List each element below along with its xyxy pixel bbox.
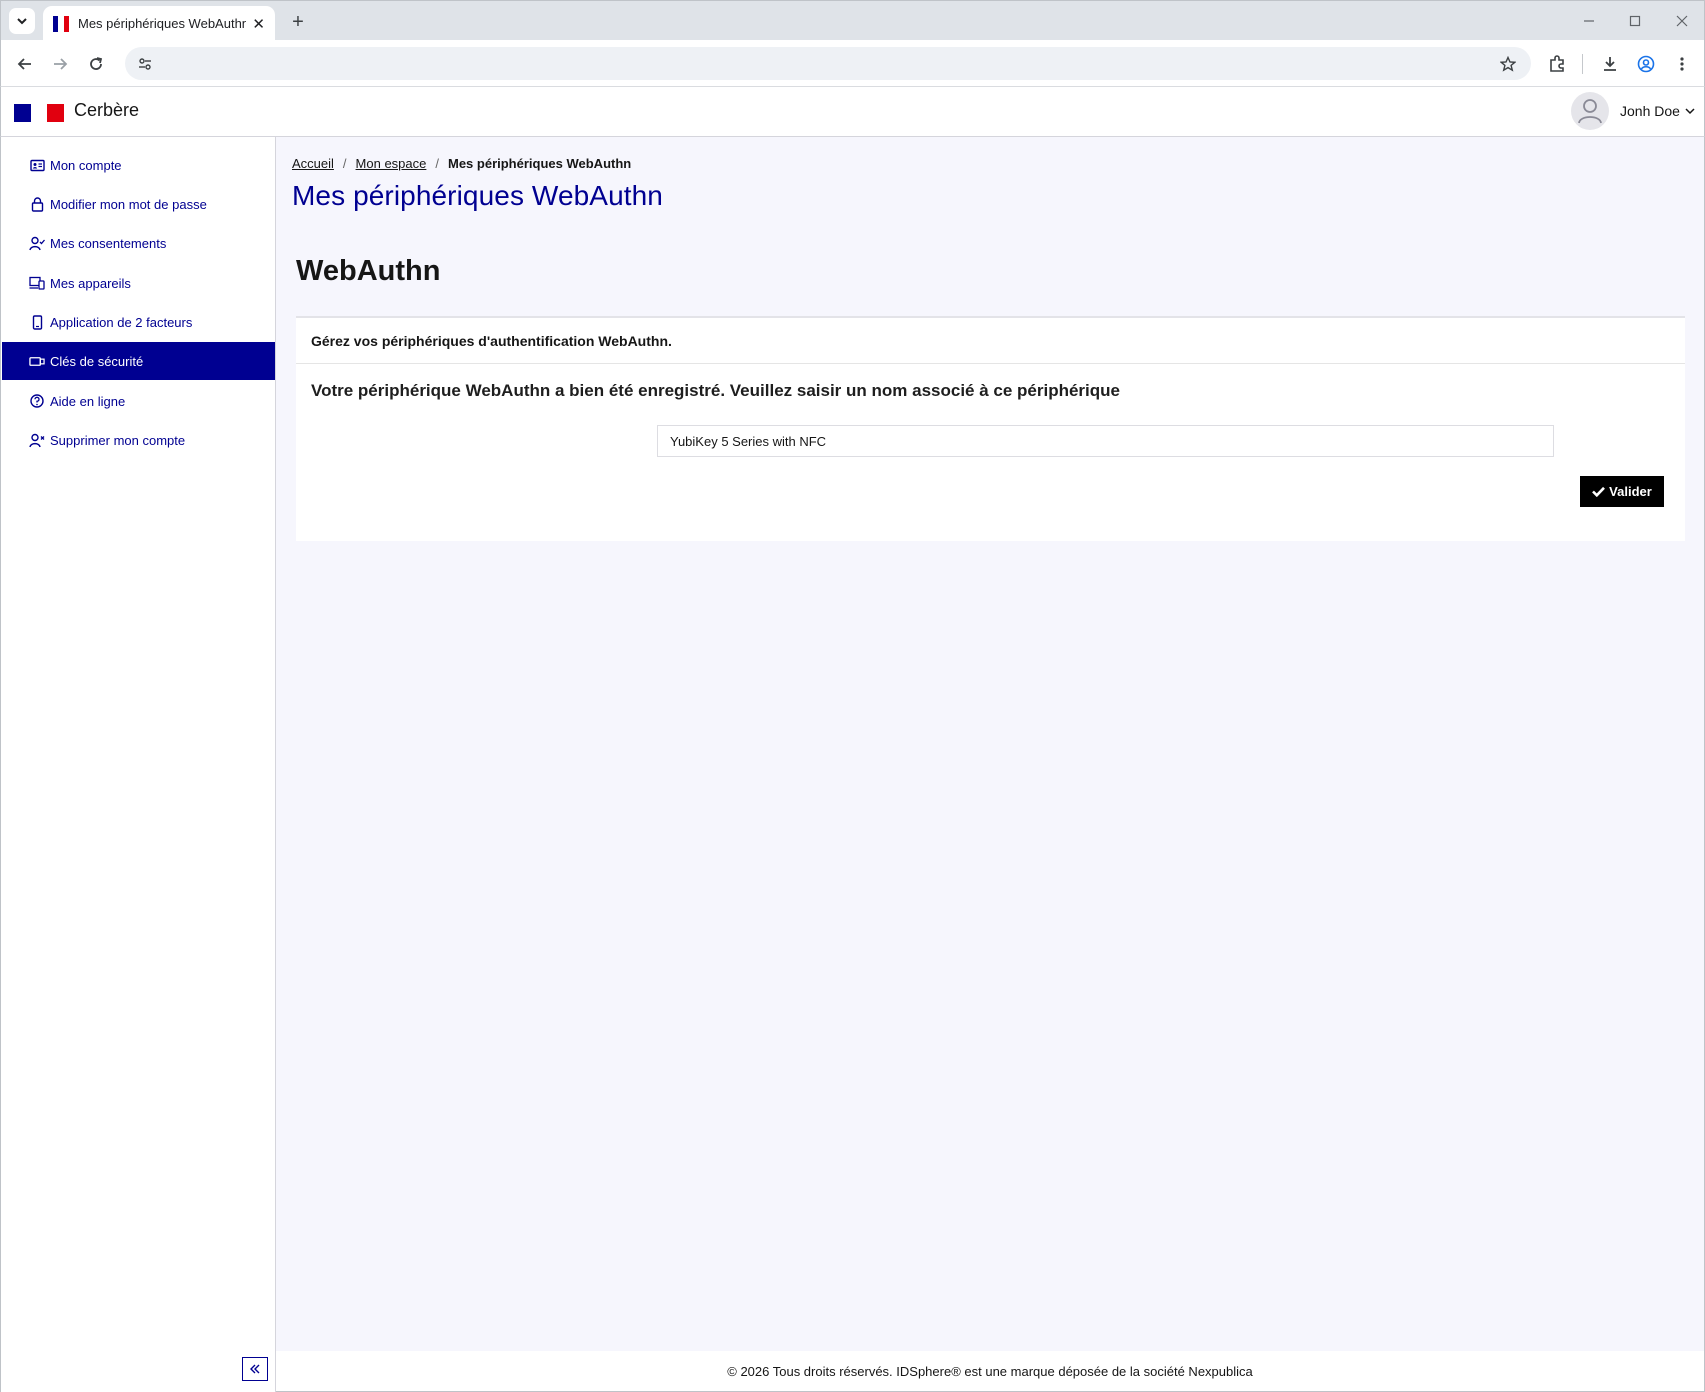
sidebar-item-label: Clés de sécurité: [50, 353, 144, 369]
breadcrumb-separator: /: [435, 156, 439, 171]
minimize-icon[interactable]: [1577, 10, 1601, 32]
security-key-icon: [29, 353, 45, 369]
new-tab-button[interactable]: +: [285, 9, 311, 35]
collapse-sidebar-button[interactable]: [242, 1357, 268, 1381]
app-header: Cerbère Jonh Doe: [0, 87, 1705, 137]
forward-icon[interactable]: [47, 51, 73, 77]
user-menu[interactable]: Jonh Doe: [1620, 103, 1696, 119]
sidebar-item-supprimer-compte[interactable]: Supprimer mon compte: [2, 421, 275, 459]
page-title: Mes périphériques WebAuthn: [292, 180, 663, 211]
tab-title: Mes périphériques WebAuthn: [78, 16, 246, 31]
breadcrumb: Accueil / Mon espace / Mes périphériques…: [292, 156, 631, 171]
sidebar-item-label: Modifier mon mot de passe: [50, 196, 207, 212]
logo-flag-icon: [14, 104, 65, 122]
registration-success-message: Votre périphérique WebAuthn a bien été e…: [311, 381, 1120, 400]
check-icon: [1592, 486, 1606, 497]
chevron-down-icon: [17, 18, 27, 25]
sidebar: Mon compte Modifier mon mot de passe Mes…: [0, 137, 276, 1392]
webauthn-card: Gérez vos périphériques d'authentificati…: [296, 316, 1685, 541]
sidebar-item-consentements[interactable]: Mes consentements: [2, 224, 275, 262]
profile-icon[interactable]: [1633, 51, 1659, 77]
user-check-icon: [29, 235, 45, 251]
sidebar-item-label: Supprimer mon compte: [50, 432, 186, 448]
chevrons-left-icon: [250, 1364, 260, 1374]
user-icon: [1578, 99, 1602, 124]
toolbar-divider: [1582, 54, 1583, 74]
breadcrumb-link-accueil[interactable]: Accueil: [292, 156, 334, 171]
footer-copyright: © 2026 Tous droits réservés. IDSphere® e…: [727, 1363, 1253, 1379]
browser-tab-active[interactable]: Mes périphériques WebAuthn ✕: [43, 6, 275, 41]
address-bar[interactable]: [125, 47, 1531, 80]
browser-tab-bar: Mes périphériques WebAuthn ✕ +: [0, 0, 1705, 41]
sidebar-item-appareils[interactable]: Mes appareils: [2, 264, 275, 302]
id-card-icon: [29, 157, 45, 173]
tab-search-button[interactable]: [9, 8, 35, 34]
tab-close-icon[interactable]: ✕: [252, 15, 265, 33]
avatar[interactable]: [1571, 92, 1609, 130]
validate-button-label: Valider: [1609, 484, 1652, 499]
back-icon[interactable]: [12, 51, 38, 77]
sidebar-item-modifier-mot-de-passe[interactable]: Modifier mon mot de passe: [2, 185, 275, 223]
devices-icon: [29, 275, 45, 291]
window-close-icon[interactable]: [1670, 10, 1694, 32]
sidebar-item-aide-en-ligne[interactable]: Aide en ligne: [2, 382, 275, 420]
sidebar-item-label: Mes appareils: [50, 275, 131, 291]
extensions-icon[interactable]: [1544, 51, 1570, 77]
sidebar-item-label: Mon compte: [50, 157, 122, 173]
device-name-input[interactable]: [657, 425, 1554, 457]
user-name-label: Jonh Doe: [1620, 103, 1680, 119]
main-content: Accueil / Mon espace / Mes périphériques…: [276, 137, 1705, 1351]
user-remove-icon: [29, 432, 45, 448]
site-settings-icon[interactable]: [133, 52, 157, 76]
help-circle-icon: [29, 393, 45, 409]
browser-menu-icon[interactable]: [1669, 51, 1695, 77]
section-title: WebAuthn: [296, 255, 441, 287]
chevron-down-icon: [1685, 108, 1695, 115]
smartphone-icon: [29, 314, 45, 330]
sidebar-item-application-2-facteurs[interactable]: Application de 2 facteurs: [2, 303, 275, 341]
breadcrumb-separator: /: [342, 156, 347, 171]
sidebar-item-label: Mes consentements: [50, 235, 167, 251]
reload-icon[interactable]: [83, 51, 109, 77]
maximize-icon[interactable]: [1623, 10, 1647, 32]
sidebar-item-cles-de-securite[interactable]: Clés de sécurité: [2, 342, 275, 380]
sidebar-item-label: Aide en ligne: [50, 393, 126, 409]
bookmark-star-icon[interactable]: [1497, 53, 1519, 75]
sidebar-item-label: Application de 2 facteurs: [50, 314, 193, 330]
validate-button[interactable]: Valider: [1580, 476, 1664, 507]
breadcrumb-link-mon-espace[interactable]: Mon espace: [356, 156, 427, 171]
footer: © 2026 Tous droits réservés. IDSphere® e…: [276, 1351, 1705, 1392]
breadcrumb-current: Mes périphériques WebAuthn: [448, 156, 632, 171]
download-icon[interactable]: [1597, 51, 1623, 77]
lock-icon: [29, 196, 45, 212]
brand-name: Cerbère: [74, 100, 140, 120]
sidebar-item-mon-compte[interactable]: Mon compte: [2, 146, 275, 184]
flag-favicon-icon: [53, 15, 69, 32]
browser-toolbar: [0, 40, 1705, 87]
card-header: Gérez vos périphériques d'authentificati…: [296, 318, 1685, 364]
